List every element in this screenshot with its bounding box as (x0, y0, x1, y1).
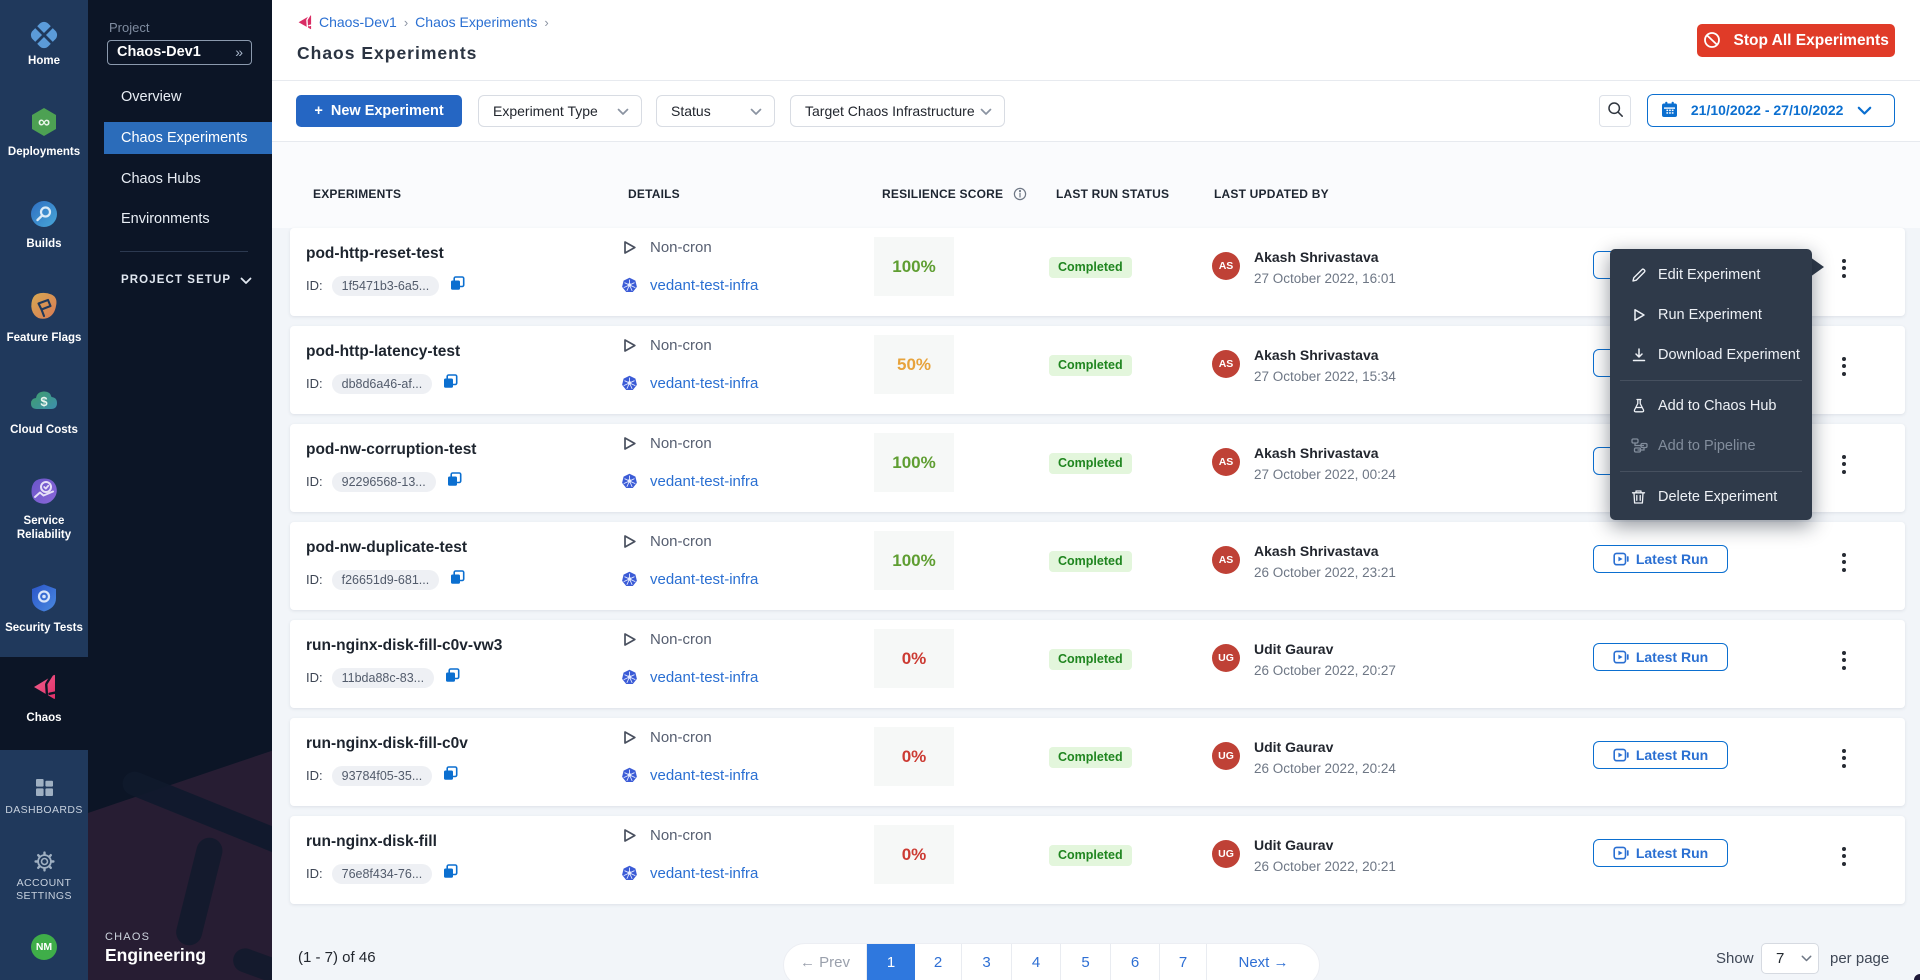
svg-text:$: $ (40, 394, 48, 409)
svg-text:∞: ∞ (38, 113, 50, 132)
